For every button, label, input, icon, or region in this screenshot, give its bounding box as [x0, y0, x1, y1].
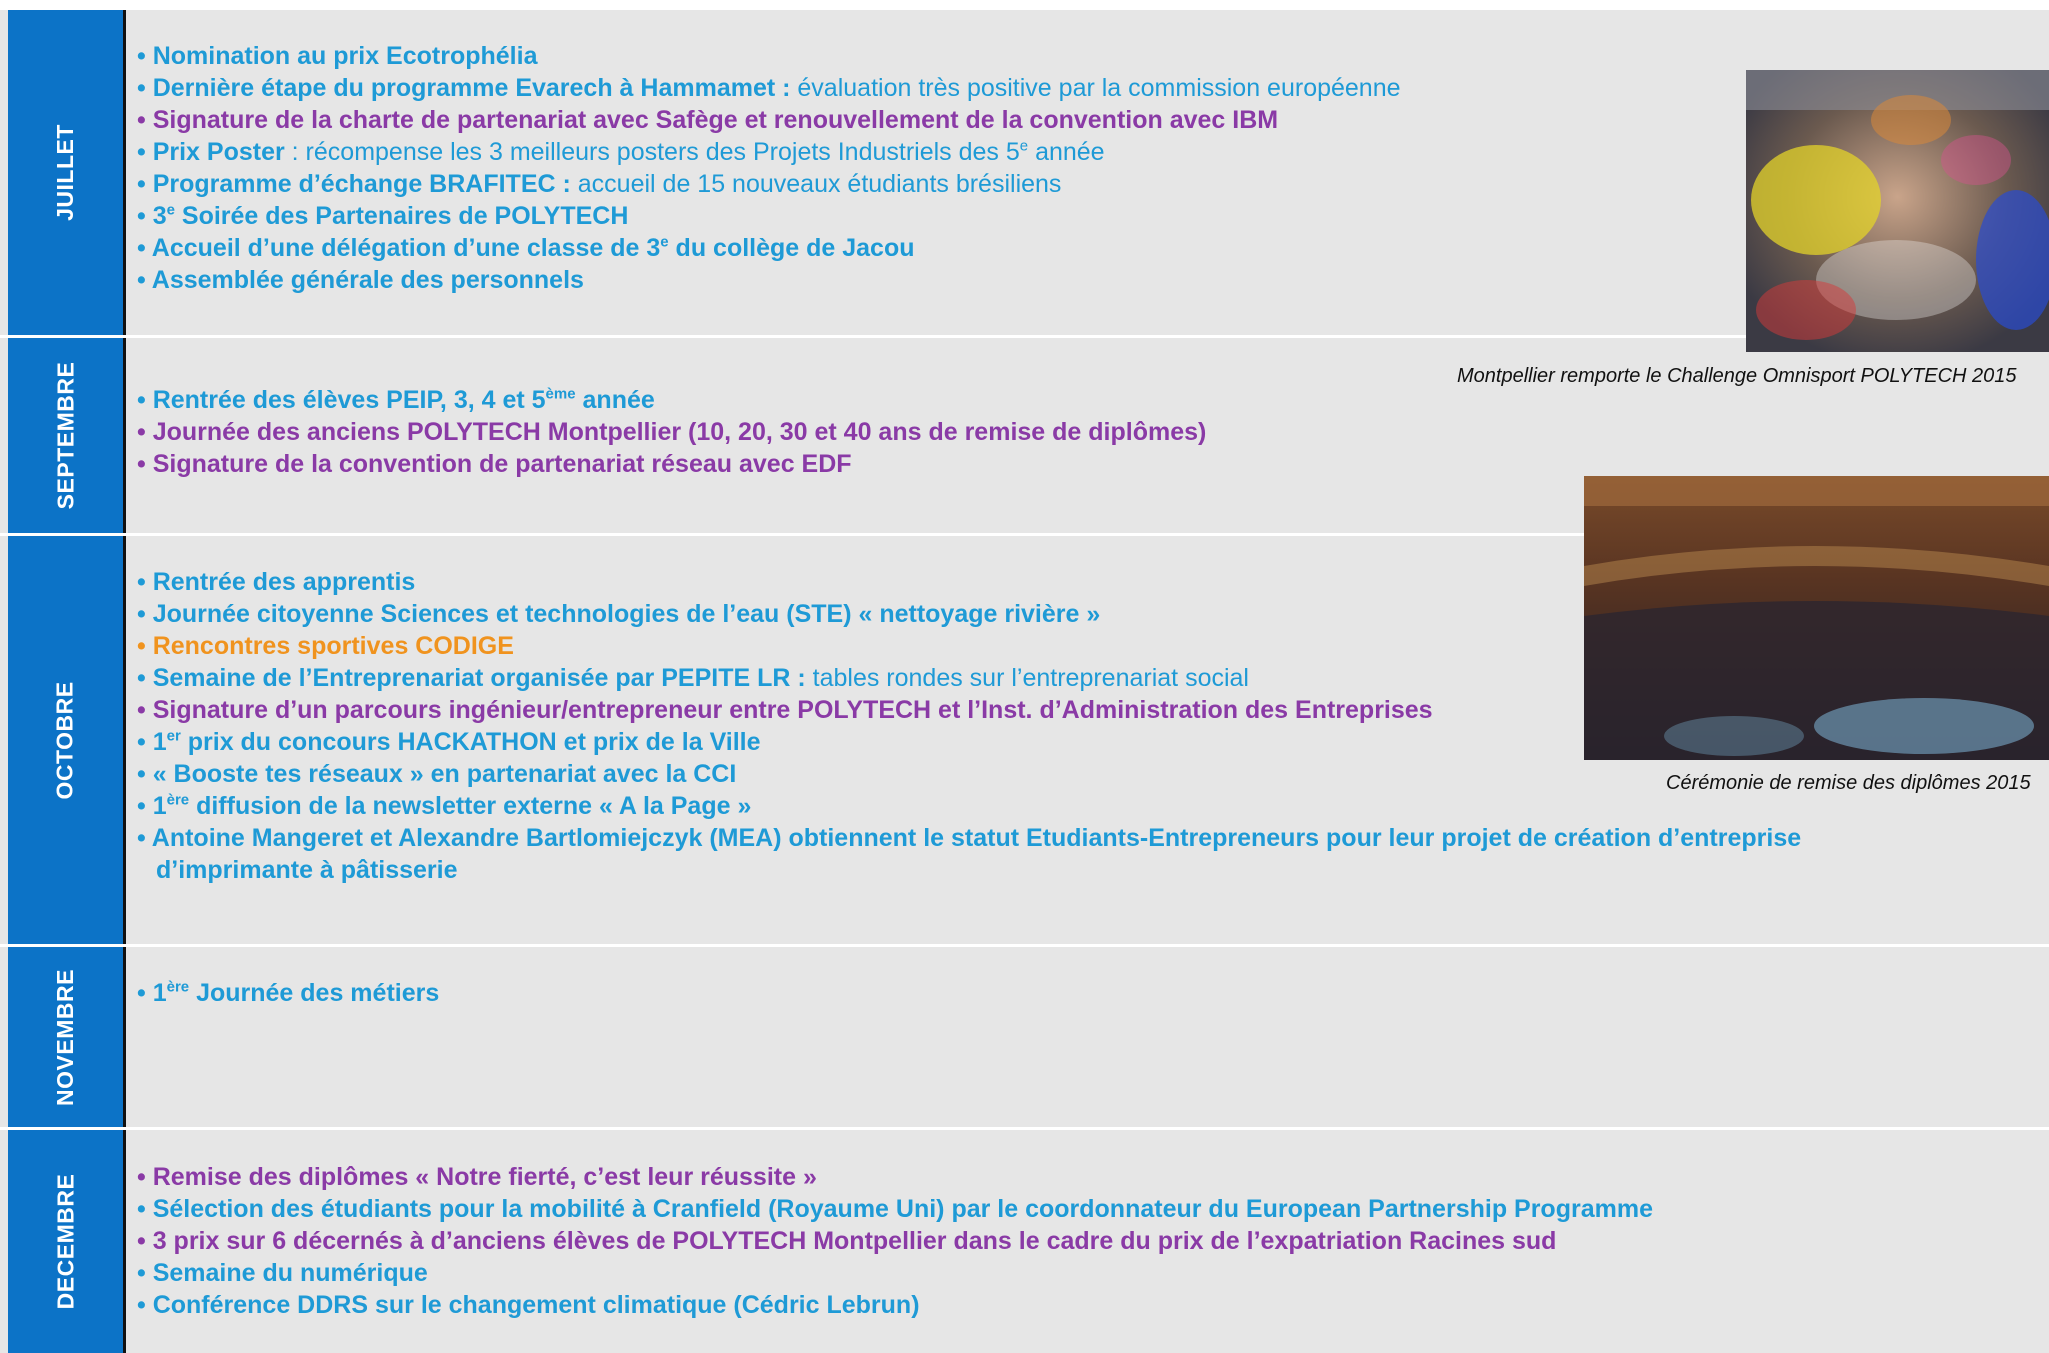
month-label-novembre: NOVEMBRE [52, 968, 78, 1106]
septembre-list: • Rentrée des élèves PEIP, 3, 4 et 5ème … [137, 384, 1206, 480]
month-label-juillet: JUILLET [52, 124, 78, 221]
list-item: • 1ère Journée des métiers [137, 978, 440, 1007]
ceremonie-amphitheatre-photo [1584, 476, 2049, 760]
list-item: • 3e Soirée des Partenaires de POLYTECH [137, 201, 629, 230]
omnisport-crowd-photo [1746, 70, 2049, 352]
ceremonie-caption: Cérémonie de remise des diplômes 2015 [1666, 772, 2031, 794]
list-item: • Accueil d’une délégation d’une classe … [137, 233, 915, 262]
crowd-image [1746, 70, 2049, 352]
omnisport-caption: Montpellier remporte le Challenge Omnisp… [1457, 365, 2017, 387]
list-item: • Semaine du numérique [137, 1259, 428, 1287]
list-item: • Journée des anciens POLYTECH Montpelli… [137, 418, 1207, 446]
list-item: • Assemblée générale des personnels [137, 266, 584, 294]
month-label-septembre: SEPTEMBRE [52, 361, 79, 510]
section-juillet: JUILLET • Nomination au prix Ecotrophéli… [0, 10, 2049, 335]
list-item: • Programme d’échange BRAFITEC : accueil… [137, 170, 1062, 198]
month-band-octobre: OCTOBRE [8, 536, 126, 944]
list-item: • Remise des diplômes « Notre fierté, c’… [137, 1163, 817, 1191]
list-item: • 3 prix sur 6 décernés à d’anciens élèv… [137, 1227, 1557, 1255]
list-item: • Rencontres sportives CODIGE [137, 632, 514, 660]
list-item: • Dernière étape du programme Evarech à … [137, 74, 1401, 102]
month-label-decembre: DECEMBRE [52, 1173, 78, 1310]
list-item: • Rentrée des apprentis [137, 568, 416, 596]
list-item: • Sélection des étudiants pour la mobili… [137, 1195, 1653, 1223]
amphitheatre-image [1584, 476, 2049, 760]
month-band-septembre: SEPTEMBRE [8, 338, 126, 533]
list-item: • Signature de la charte de partenariat … [137, 106, 1279, 134]
section-decembre: DECEMBRE • Remise des diplômes « Notre f… [0, 1130, 2049, 1353]
list-item: • 1ère diffusion de la newsletter extern… [137, 791, 752, 820]
juillet-list: • Nomination au prix Ecotrophélia • Dern… [137, 40, 1401, 296]
list-item-continuation: d’imprimante à pâtisserie [156, 856, 458, 884]
section-novembre: NOVEMBRE • 1ère Journée des métiers [0, 947, 2049, 1127]
list-item: • Signature de la convention de partenar… [137, 450, 852, 478]
month-band-decembre: DECEMBRE [8, 1130, 126, 1353]
decembre-list: • Remise des diplômes « Notre fierté, c’… [137, 1161, 1653, 1321]
list-item: • Nomination au prix Ecotrophélia [137, 42, 538, 70]
list-item: • Rentrée des élèves PEIP, 3, 4 et 5ème … [137, 385, 655, 414]
list-item: • 1er prix du concours HACKATHON et prix… [137, 727, 761, 756]
list-item: • Journée citoyenne Sciences et technolo… [137, 600, 1101, 628]
list-item: • Prix Poster : récompense les 3 meilleu… [137, 137, 1105, 166]
month-band-juillet: JUILLET [8, 10, 126, 335]
list-item: • Signature d’un parcours ingénieur/entr… [137, 696, 1433, 724]
list-item: • Semaine de l’Entreprenariat organisée … [137, 664, 1249, 692]
list-item: • Antoine Mangeret et Alexandre Bartlomi… [137, 824, 1802, 852]
novembre-list: • 1ère Journée des métiers [137, 977, 439, 1009]
month-label-octobre: OCTOBRE [52, 680, 78, 800]
month-band-novembre: NOVEMBRE [8, 947, 126, 1127]
octobre-list: • Rentrée des apprentis • Journée citoye… [137, 566, 1801, 886]
list-item: • Conférence DDRS sur le changement clim… [137, 1291, 920, 1319]
list-item: • « Booste tes réseaux » en partenariat … [137, 760, 737, 788]
